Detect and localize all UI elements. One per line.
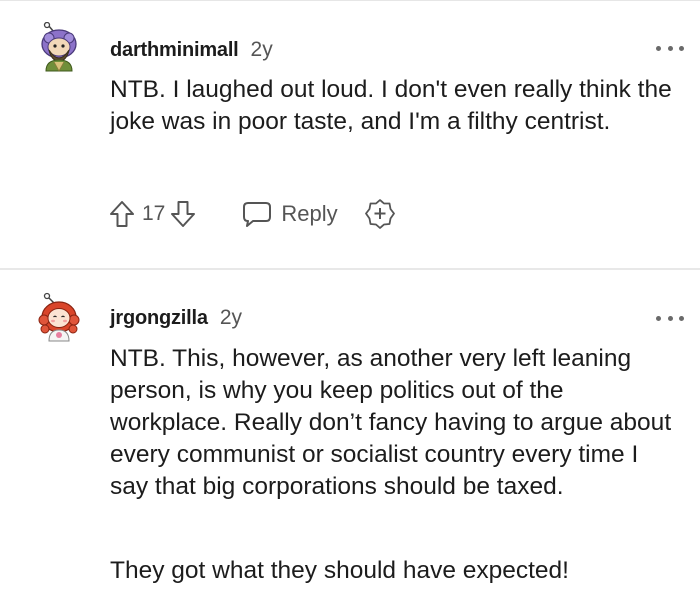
comment-body: NTB. I laughed out loud. I don't even re…	[110, 76, 672, 135]
comment-paragraph: They got what they should have expected!	[110, 557, 569, 584]
comment-bubble-icon	[243, 202, 272, 227]
award-icon[interactable]	[364, 198, 396, 230]
more-options-icon[interactable]	[656, 38, 684, 58]
comment-actions: 17 Reply	[108, 196, 396, 232]
comment-age: 2y	[219, 306, 242, 329]
comment: darthminimall 2y NTB. I laughed out loud…	[0, 0, 700, 268]
username[interactable]: darthminimall	[110, 39, 239, 62]
comment-header: jrgongzilla 2y	[110, 306, 242, 330]
upvote-icon[interactable]	[108, 199, 136, 229]
comment-paragraph: NTB. This, however, as another very left…	[110, 345, 672, 500]
downvote-icon[interactable]	[169, 199, 197, 229]
username[interactable]: jrgongzilla	[110, 307, 208, 330]
reply-label: Reply	[281, 201, 338, 226]
comment: jrgongzilla 2y NTB. This, however, as an…	[0, 270, 700, 603]
user-avatar-icon[interactable]	[34, 292, 84, 342]
vote-count: 17	[142, 202, 166, 225]
comment-age: 2y	[250, 38, 273, 61]
more-options-icon[interactable]	[656, 308, 684, 328]
user-avatar-icon[interactable]	[34, 21, 84, 72]
reply-button[interactable]: Reply	[241, 199, 338, 229]
comment-header: darthminimall 2y	[110, 38, 273, 62]
